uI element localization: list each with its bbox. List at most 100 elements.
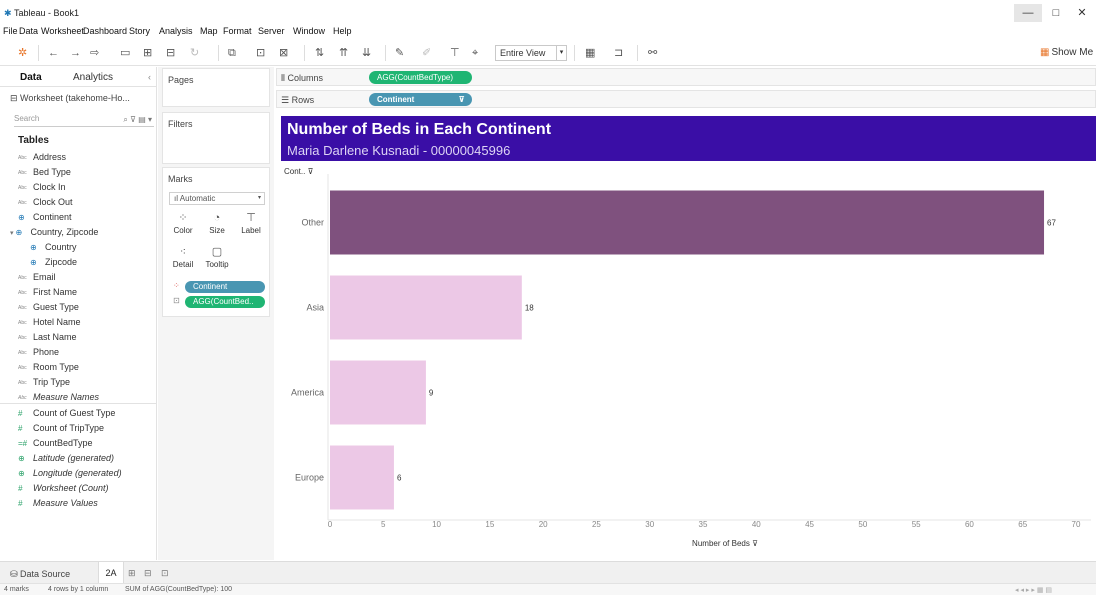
new-worksheet-icon[interactable]: ⊟ [166, 46, 175, 60]
replay-icon[interactable]: ⇨ [90, 46, 99, 60]
show-me-icon: ▦ [1040, 47, 1050, 58]
marks-pill-agg-countbed[interactable]: ⊡ AGG(CountBed.. [173, 296, 265, 308]
menu-help[interactable]: Help [333, 26, 352, 36]
sort-descending-icon[interactable]: ⇊ [362, 46, 371, 60]
marks-pill-continent[interactable]: ⁘ Continent [173, 281, 265, 293]
pin-icon[interactable]: ⌖ [472, 46, 478, 60]
sort-ascending-icon[interactable]: ⇈ [339, 46, 348, 60]
highlight-icon[interactable]: ✎ [395, 46, 404, 60]
field-phone[interactable]: Abc Phone [18, 347, 59, 360]
tooltip-button[interactable]: ▢ Tooltip [202, 244, 232, 274]
field-clock-out[interactable]: Abc Clock Out [18, 197, 73, 210]
menu-server[interactable]: Server [258, 26, 285, 36]
field-country[interactable]: ⊕ Country [30, 242, 77, 255]
save-icon[interactable]: ▭ [120, 46, 130, 60]
viz-area: Number of Beds in Each Continent Maria D… [276, 112, 1096, 560]
search-input[interactable]: Search ⌕ ⊽ ▤ ▾ [14, 114, 154, 127]
bar-other[interactable] [330, 190, 1045, 255]
pages-card[interactable]: Pages [162, 68, 270, 107]
menu-data[interactable]: Data [19, 26, 38, 36]
field-trip-type[interactable]: Abc Trip Type [18, 377, 70, 390]
columns-pill[interactable]: AGG(CountBedType) [369, 71, 472, 84]
data-label: 18 [525, 304, 534, 313]
field-count-of-triptype[interactable]: # Count of TripType [18, 423, 104, 436]
mark-type-dropdown[interactable]: ıl Automatic ▾ [169, 192, 265, 205]
field-longitude-generated[interactable]: ⊕ Longitude (generated) [18, 468, 122, 481]
field-bed-type[interactable]: Abc Bed Type [18, 167, 71, 180]
x-axis-title: Number of Beds ⊽ [692, 539, 758, 548]
menu-story[interactable]: Story [129, 26, 150, 36]
bar-asia[interactable] [330, 275, 522, 340]
new-worksheet-icon[interactable]: ⊞ [128, 568, 136, 579]
refresh-icon[interactable]: ↻ [190, 46, 199, 60]
collapse-pane-icon[interactable]: ‹ [148, 72, 151, 82]
field-countbedtype[interactable]: =# CountBedType [18, 438, 93, 451]
menu-dashboard[interactable]: Dashboard [83, 26, 127, 36]
clear-icon[interactable]: ⊠ [279, 46, 288, 60]
field-clock-in[interactable]: Abc Clock In [18, 182, 66, 195]
menu-file[interactable]: File [3, 26, 18, 36]
field-guest-type[interactable]: Abc Guest Type [18, 302, 79, 315]
presentation-icon[interactable]: ⊐ [614, 46, 623, 60]
labels-icon[interactable]: ⊤ [450, 46, 460, 60]
rows-shelf[interactable]: ☰ Rows Continent ⊽ [276, 90, 1096, 108]
field-zipcode[interactable]: ⊕ Zipcode [30, 257, 77, 270]
detail-button[interactable]: ⁖ Detail [168, 244, 198, 274]
redo-icon[interactable]: → [70, 46, 81, 60]
clear-sheet-icon[interactable]: ⊡ [256, 46, 265, 60]
field-last-name[interactable]: Abc Last Name [18, 332, 77, 345]
field-count-of-guest-type[interactable]: # Count of Guest Type [18, 408, 115, 421]
menu-window[interactable]: Window [293, 26, 325, 36]
sheet-navigation[interactable]: ◂ ◂ ▸ ▸ ▦ ▤ [1015, 586, 1052, 594]
datasource-item[interactable]: ⊟ Worksheet (takehome-Ho... [10, 93, 130, 104]
sheet-tab-bar: ⛁ Data Source 2A ⊞ ⊟ ⊡ [0, 561, 1096, 584]
duplicate-sheet-icon[interactable]: ⧉ [228, 46, 236, 60]
datasource-icon: ⊟ [10, 93, 21, 103]
field-email[interactable]: Abc Email [18, 272, 56, 285]
bar-europe[interactable] [330, 445, 394, 510]
field-latitude-generated[interactable]: ⊕ Latitude (generated) [18, 453, 114, 466]
filters-card[interactable]: Filters [162, 112, 270, 164]
maximize-button[interactable]: □ [1042, 4, 1070, 22]
toolbar: ✲ ← → ⇨ ▭ ⊞ ⊟ ↻ ⧉ ⊡ ⊠ ⇅ ⇈ ⇊ ✎ ✐ ⊤ ⌖ Enti… [0, 40, 1096, 66]
field-worksheet-count[interactable]: # Worksheet (Count) [18, 483, 109, 496]
tab-data[interactable]: Data [20, 72, 42, 83]
sheet-tab-2a[interactable]: 2A [98, 562, 124, 584]
size-button[interactable]: ◔ Size [202, 210, 232, 240]
label-button[interactable]: ⊤ Label [236, 210, 266, 240]
data-source-tab[interactable]: ⛁ Data Source [10, 569, 70, 580]
new-dashboard-icon[interactable]: ⊟ [144, 568, 152, 579]
field-continent[interactable]: ⊕ Continent [18, 212, 72, 225]
share-icon[interactable]: ⚯ [648, 46, 657, 60]
menu-map[interactable]: Map [200, 26, 218, 36]
x-tick-label: 50 [858, 520, 867, 529]
search-filter-icon[interactable]: ⌕ ⊽ ▤ ▾ [123, 115, 152, 125]
field-address[interactable]: Abc Address [18, 152, 66, 165]
field-hotel-name[interactable]: Abc Hotel Name [18, 317, 81, 330]
columns-shelf[interactable]: ⦀ Columns AGG(CountBedType) [276, 68, 1096, 86]
rows-pill[interactable]: Continent ⊽ [369, 93, 472, 106]
menu-format[interactable]: Format [223, 26, 252, 36]
menu-worksheet[interactable]: Worksheet [41, 26, 84, 36]
color-button[interactable]: ⁘ Color [168, 210, 198, 240]
undo-icon[interactable]: ← [48, 46, 59, 60]
cards-icon[interactable]: ▦ [585, 46, 595, 60]
close-button[interactable]: ✕ [1068, 4, 1096, 22]
view-mode-dropdown[interactable]: Entire View ▾ [495, 45, 567, 61]
minimize-button[interactable]: — [1014, 4, 1042, 22]
field-measure-values[interactable]: # Measure Values [18, 498, 98, 511]
field-country-zipcode[interactable]: ▾ ⊕ Country, Zipcode [10, 227, 98, 240]
x-tick-label: 15 [485, 520, 494, 529]
new-story-icon[interactable]: ⊡ [161, 568, 169, 579]
field-room-type[interactable]: Abc Room Type [18, 362, 79, 375]
new-datasource-icon[interactable]: ⊞ [143, 46, 152, 60]
tableau-home-icon[interactable]: ✲ [18, 46, 27, 60]
menu-analysis[interactable]: Analysis [159, 26, 193, 36]
pen-icon[interactable]: ✐ [422, 46, 431, 60]
bar-america[interactable] [330, 360, 426, 425]
field-first-name[interactable]: Abc First Name [18, 287, 77, 300]
swap-icon[interactable]: ⇅ [315, 46, 324, 60]
x-tick-label: 20 [539, 520, 548, 529]
tab-analytics[interactable]: Analytics [73, 72, 113, 83]
show-me-button[interactable]: ▦ Show Me [1040, 47, 1093, 58]
